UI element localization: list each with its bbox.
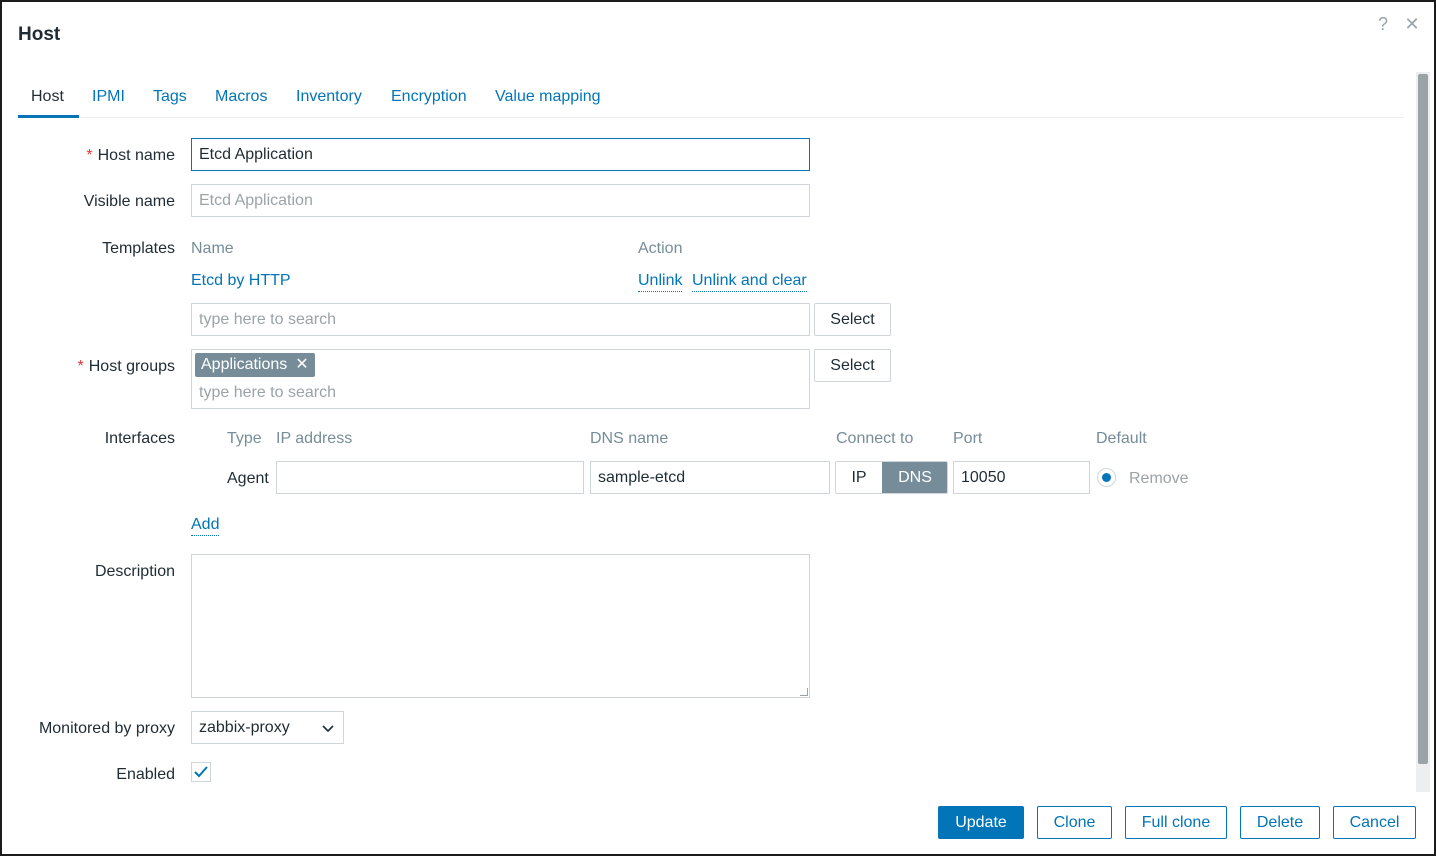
- dialog-title: Host: [18, 24, 61, 45]
- templates-label: Templates: [102, 240, 175, 257]
- description-textarea[interactable]: [191, 554, 810, 698]
- update-button[interactable]: Update: [938, 806, 1024, 839]
- tab-value-mapping[interactable]: Value mapping: [495, 88, 601, 106]
- interfaces-label: Interfaces: [104, 430, 175, 447]
- iface-default-header: Default: [1096, 430, 1147, 447]
- required-marker: *: [86, 147, 93, 164]
- host-groups-select-button[interactable]: Select: [814, 349, 891, 382]
- enabled-label: Enabled: [116, 766, 175, 783]
- chip-remove-icon[interactable]: ✕: [295, 356, 308, 373]
- enabled-checkbox[interactable]: [191, 762, 211, 782]
- host-dialog: Host ? ✕ Host IPMI Tags Macros Inventory…: [0, 0, 1436, 856]
- connect-to-toggle: IP DNS: [835, 461, 948, 494]
- iface-port-input[interactable]: 10050: [953, 461, 1090, 494]
- delete-button[interactable]: Delete: [1240, 806, 1320, 839]
- active-tab-indicator: [18, 115, 79, 118]
- templates-name-header: Name: [191, 240, 234, 257]
- templates-action-header: Action: [638, 240, 683, 257]
- help-icon[interactable]: ?: [1373, 14, 1393, 35]
- required-marker: *: [77, 358, 84, 375]
- host-groups-label-text: Host groups: [88, 358, 175, 375]
- iface-ip-input[interactable]: [276, 461, 584, 494]
- templates-search-input[interactable]: type here to search: [191, 303, 810, 336]
- default-interface-radio[interactable]: [1097, 468, 1116, 487]
- chevron-down-icon: [321, 713, 335, 755]
- tab-encryption[interactable]: Encryption: [391, 88, 467, 106]
- check-icon: [194, 766, 208, 778]
- unlink-and-clear-link[interactable]: Unlink and clear: [692, 272, 807, 292]
- resize-handle-icon[interactable]: [800, 688, 808, 696]
- tab-bar: Host IPMI Tags Macros Inventory Encrypti…: [18, 78, 1404, 118]
- tab-tags[interactable]: Tags: [153, 88, 187, 106]
- unlink-link[interactable]: Unlink: [638, 272, 683, 292]
- proxy-select-value: zabbix-proxy: [199, 719, 290, 736]
- host-name-label-text: Host name: [97, 147, 175, 164]
- iface-type-header: Type: [227, 430, 262, 447]
- tab-macros[interactable]: Macros: [215, 88, 267, 106]
- connect-ip-option[interactable]: IP: [836, 462, 882, 493]
- iface-ip-header: IP address: [276, 430, 353, 447]
- host-groups-search-placeholder[interactable]: type here to search: [199, 384, 336, 402]
- add-interface-link[interactable]: Add: [191, 516, 220, 536]
- connect-dns-option[interactable]: DNS: [882, 462, 947, 493]
- full-clone-button[interactable]: Full clone: [1125, 806, 1227, 839]
- host-name-input[interactable]: Etcd Application: [191, 138, 810, 171]
- iface-port-header: Port: [953, 430, 983, 447]
- host-group-chip-label: Applications: [201, 356, 288, 373]
- iface-dns-input[interactable]: sample-etcd: [590, 461, 830, 494]
- visible-name-input[interactable]: Etcd Application: [191, 184, 810, 217]
- tab-host[interactable]: Host: [31, 88, 64, 106]
- remove-interface-link[interactable]: Remove: [1129, 470, 1189, 488]
- iface-dns-header: DNS name: [590, 430, 669, 447]
- templates-select-button[interactable]: Select: [814, 303, 891, 336]
- host-name-label: * Host name: [86, 147, 175, 165]
- host-group-chip: Applications ✕: [195, 353, 315, 377]
- iface-type-agent: Agent: [227, 470, 269, 487]
- proxy-select[interactable]: zabbix-proxy: [191, 711, 344, 744]
- scrollbar-thumb[interactable]: [1418, 74, 1428, 764]
- tab-ipmi[interactable]: IPMI: [92, 88, 125, 106]
- proxy-label: Monitored by proxy: [38, 720, 175, 737]
- description-label: Description: [94, 563, 175, 580]
- cancel-button[interactable]: Cancel: [1333, 806, 1416, 839]
- clone-button[interactable]: Clone: [1037, 806, 1112, 839]
- close-icon[interactable]: ✕: [1402, 14, 1422, 35]
- visible-name-label: Visible name: [83, 193, 175, 210]
- tab-inventory[interactable]: Inventory: [296, 88, 362, 106]
- template-link-etcd[interactable]: Etcd by HTTP: [191, 272, 291, 290]
- host-groups-label: * Host groups: [78, 358, 176, 376]
- iface-connect-header: Connect to: [836, 430, 914, 447]
